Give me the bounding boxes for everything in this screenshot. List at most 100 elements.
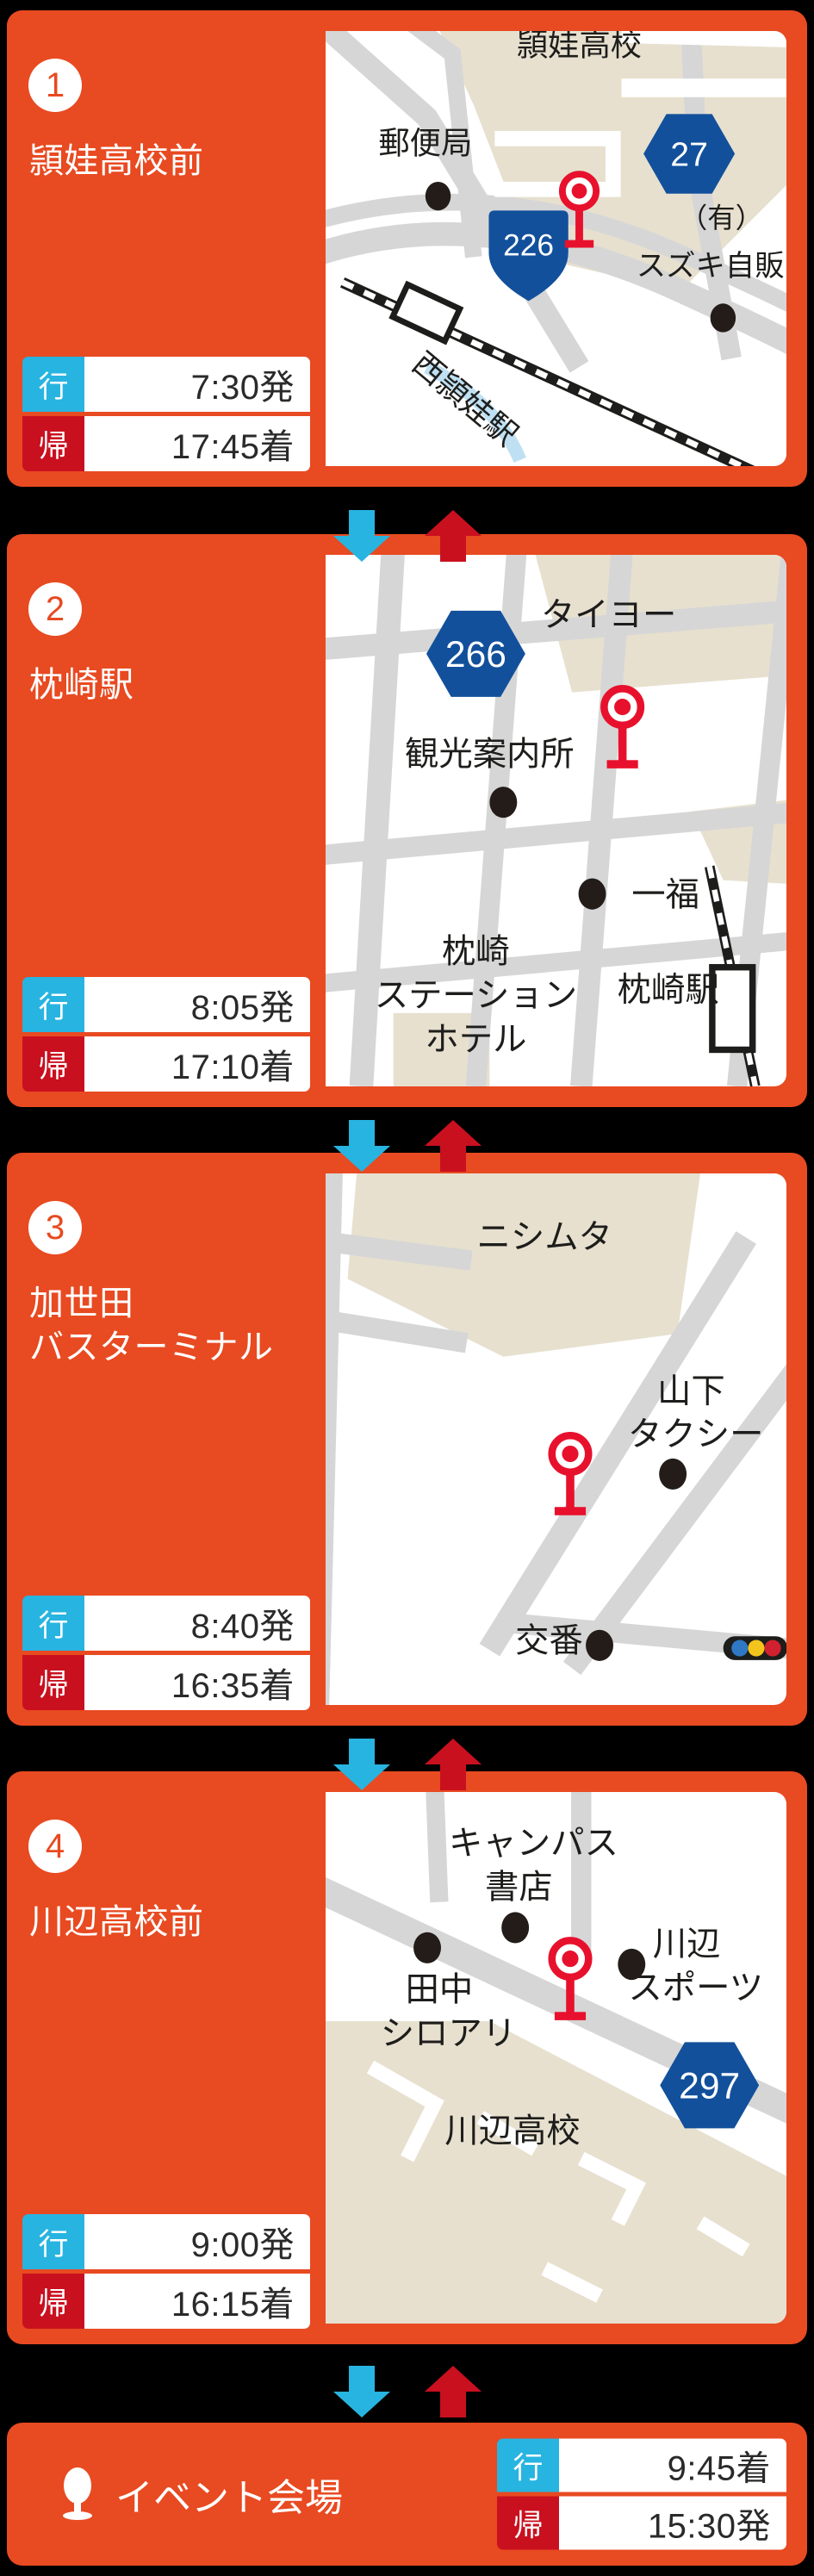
stop-name-line: 川辺高校前 [29,1903,204,1941]
stop-card-3[interactable]: 3 加世田 バスターミナル 行 8:40発 帰 16:35着 ニシムタ 山下 タ… [7,1153,807,1726]
event-venue-card[interactable]: イベント会場 行 9:45着 帰 15:30発 [7,2423,807,2566]
venue-departure-row: 帰 15:30発 [497,2496,786,2550]
map-label: 交番 [515,1621,583,1659]
map-label: スズキ自販 [637,250,785,283]
return-row: 帰 17:45着 [22,416,310,471]
stop-info-panel: 1 頴娃高校前 行 7:30発 帰 17:45着 [7,10,326,487]
outbound-time: 7:30発 [84,357,310,412]
outbound-key: 行 [22,977,84,1032]
svg-text:27: 27 [670,135,708,173]
map-label: 枕崎 [442,932,510,970]
stop-location-map[interactable]: ニシムタ山下タクシー交番 [326,1173,786,1705]
stop-number-badge: 2 [28,582,82,636]
outbound-key: 行 [22,2214,84,2269]
venue-arrival-row: 行 9:45着 [497,2438,786,2492]
map-label: スポーツ [628,1969,763,2007]
map-label: キャンパス [449,1824,618,1862]
outbound-arrow-down-icon [333,1739,390,1790]
outbound-arrow-down-icon [333,1120,390,1172]
map-label: 田中 [406,1971,474,2009]
outbound-arrow-down-icon [333,510,390,562]
map-label: 山下 [657,1372,725,1410]
svg-text:266: 266 [445,634,506,675]
stop-name: 加世田バスターミナル [29,1282,314,1370]
return-arrow-up-icon [425,2366,482,2417]
outbound-arrow-down-icon [333,2366,390,2417]
stop-timetable: 行 7:30発 帰 17:45着 [22,357,310,471]
svg-text:226: 226 [503,228,554,262]
stop-name: 川辺高校前 [29,1901,314,1944]
stop-info-panel: 3 加世田バスターミナル 行 8:40発 帰 16:35着 [7,1153,326,1726]
map-label: 書店 [485,1868,553,1906]
map-label: ステーション [375,976,577,1014]
outbound-time: 8:05発 [84,977,310,1032]
map-label: 郵便局 [378,126,472,161]
map-label: （有） [680,202,763,233]
svg-text:297: 297 [679,2065,740,2106]
poi-dot [586,1629,613,1661]
poi-dot [425,181,451,211]
poi-dot [710,303,736,333]
outbound-key: 行 [22,1596,84,1651]
bus-route-timetable-sheet: 1 頴娃高校前 行 7:30発 帰 17:45着 頴娃高校郵便局 （有） スズキ自販… [0,0,814,2576]
outbound-key: 行 [22,357,84,412]
stop-name-line: バスターミナル [29,1328,274,1367]
stop-timetable: 行 8:40発 帰 16:35着 [22,1596,310,1710]
outbound-row: 行 9:00発 [22,2214,310,2269]
return-arrow-up-icon [425,510,482,562]
return-row: 帰 17:10着 [22,1036,310,1092]
map-label: 川辺高校 [444,2112,580,2150]
return-key: 帰 [22,2274,84,2329]
return-row: 帰 16:35着 [22,1655,310,1710]
poi-dot [618,1948,646,1981]
map-label: タイヨー [541,596,676,634]
stop-location-map[interactable]: 頴娃高校 郵便局 （有） スズキ自販 西頴娃駅 27 226 [326,31,786,466]
map-label: 川辺 [653,1925,721,1963]
stop-number-badge: 1 [28,59,82,112]
stop-card-1[interactable]: 1 頴娃高校前 行 7:30発 帰 17:45着 頴娃高校郵便局 （有） スズキ自販… [7,10,807,487]
transfer-arrows [0,1120,814,1172]
stop-info-panel: 4 川辺高校前 行 9:00発 帰 16:15着 [7,1771,326,2344]
stop-number-badge: 4 [28,1820,82,1873]
traffic-signal-icon [723,1636,786,1660]
return-arrow-up-icon [425,1739,482,1790]
return-key: 帰 [22,1036,84,1092]
venue-label-group: イベント会場 [59,2467,343,2522]
poi-dot [578,878,606,910]
map-label: 頴娃高校 [517,31,642,63]
stop-name: 頴娃高校前 [29,140,314,184]
return-time: 17:45着 [84,416,310,471]
map-label: ニシムタ [476,1218,612,1256]
stop-location-map[interactable]: タイヨー 観光案内所 一福 枕崎 ステーション ホテル 枕崎駅 266 [326,555,786,1086]
transfer-arrows [0,510,814,562]
stop-location-map[interactable]: キャンパス書店川辺スポーツ 田中シロアリ川辺高校 297 [326,1792,786,2324]
stop-name-line: 加世田 [29,1285,134,1322]
map-label: 一福 [631,875,699,913]
stop-card-4[interactable]: 4 川辺高校前 行 9:00発 帰 16:15着 キャンパス書店川辺スポーツ 田中… [7,1771,807,2344]
venue-timetable: 行 9:45着 帰 15:30発 [497,2438,786,2550]
return-key: 帰 [22,1655,84,1710]
return-key: 帰 [22,416,84,471]
map-label: シロアリ [381,2015,516,2053]
route-shield-226: 226 [488,210,569,302]
goal-pin-icon [63,2467,92,2520]
outbound-row: 行 8:05発 [22,977,310,1032]
stop-card-2[interactable]: 2 枕崎駅 行 8:05発 帰 17:10着 タイヨー 観光案内所 一福 枕崎 ステーシ… [7,534,807,1107]
poi-dot [489,787,518,818]
stop-info-panel: 2 枕崎駅 行 8:05発 帰 17:10着 [7,534,326,1107]
return-key: 帰 [497,2496,559,2550]
poi-dot [413,1932,441,1963]
transfer-arrows [0,1739,814,1790]
stop-number-badge: 3 [28,1201,82,1254]
return-time: 16:15着 [84,2274,310,2329]
return-time: 16:35着 [84,1655,310,1710]
return-row: 帰 16:15着 [22,2274,310,2329]
stop-timetable: 行 8:05発 帰 17:10着 [22,977,310,1092]
map-label: 枕崎駅 [618,971,719,1009]
poi-dot [659,1458,687,1490]
stop-timetable: 行 9:00発 帰 16:15着 [22,2214,310,2329]
outbound-time: 8:40発 [84,1596,310,1651]
venue-name: イベント会場 [115,2477,343,2519]
map-label: タクシー [628,1416,763,1453]
transfer-arrows [0,2366,814,2417]
